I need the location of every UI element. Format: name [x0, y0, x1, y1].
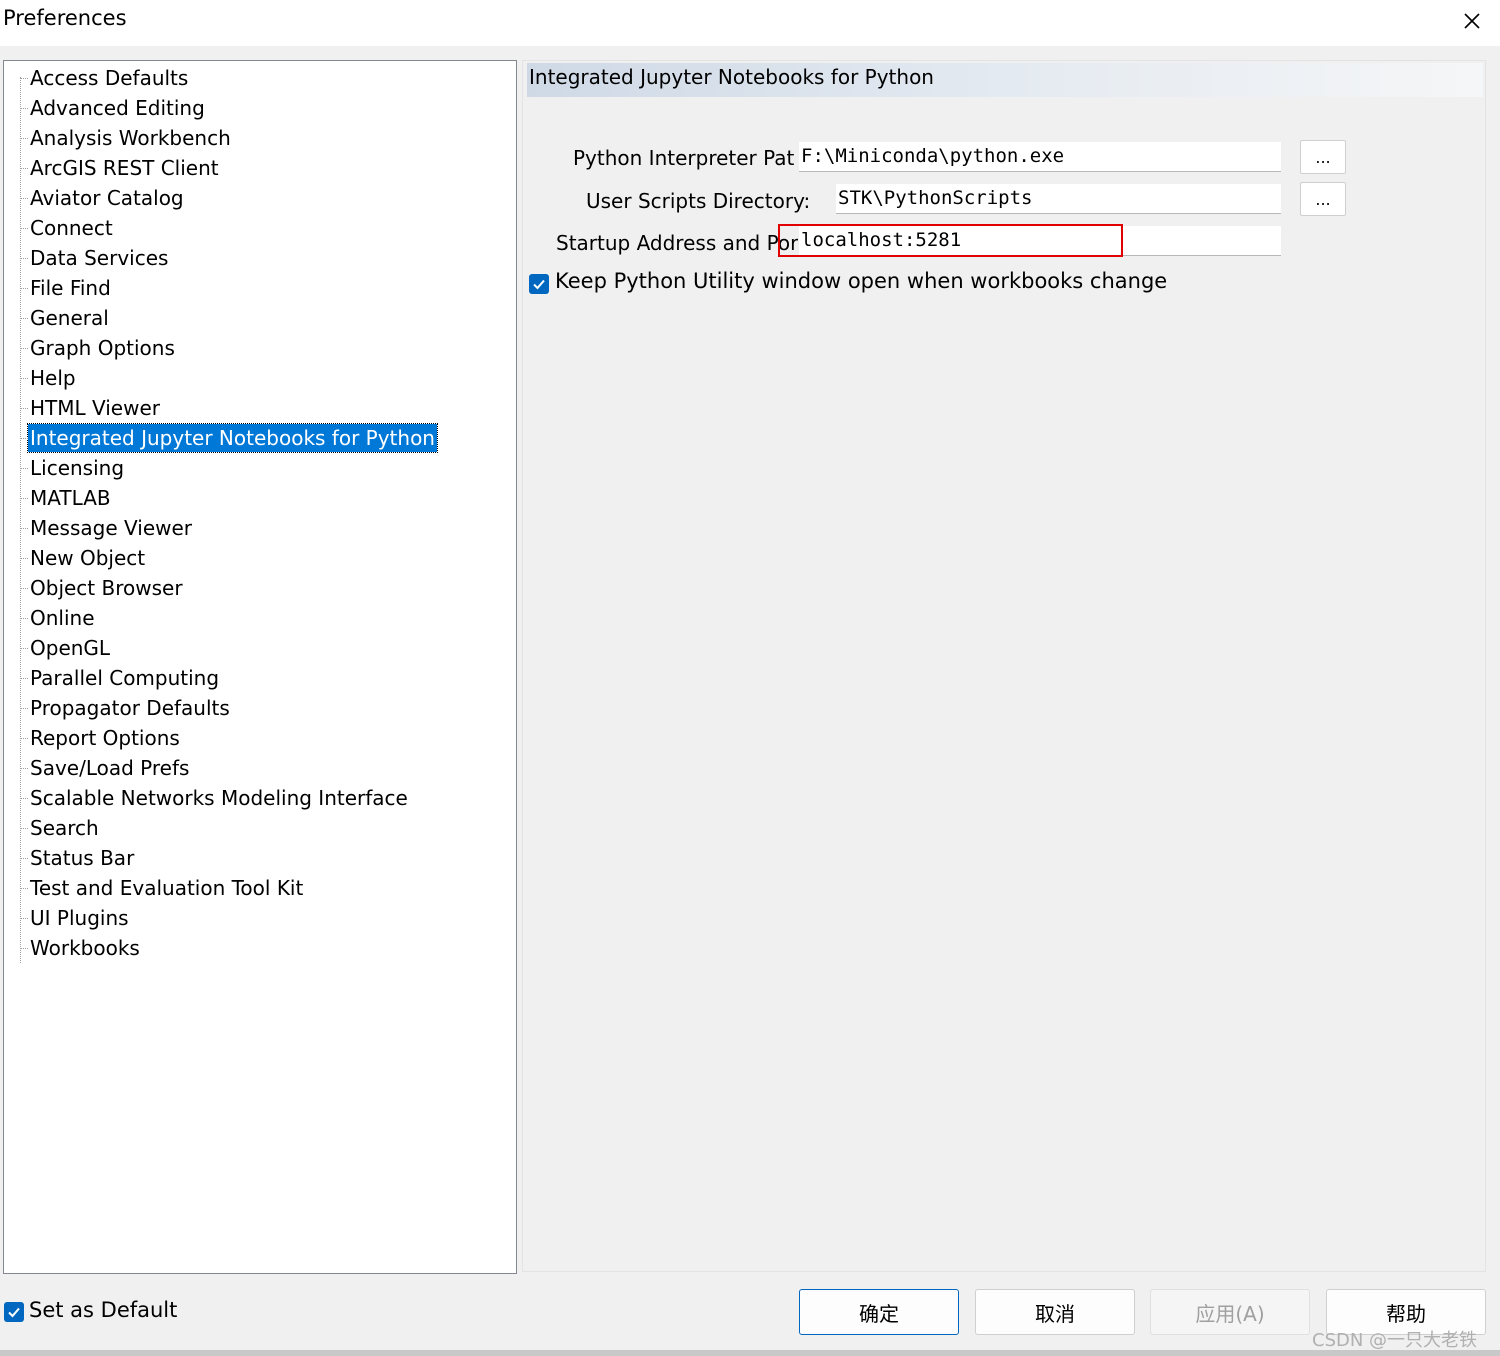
title-bar: Preferences — [0, 0, 1500, 46]
interpreter-path-input[interactable]: F:\Miniconda\python.exe — [799, 142, 1281, 172]
set-default-label[interactable]: Set as Default — [29, 1298, 177, 1322]
tree-item-general[interactable]: General — [20, 304, 111, 332]
tree-item-aviator-catalog[interactable]: Aviator Catalog — [20, 184, 186, 212]
tree-item-analysis-workbench[interactable]: Analysis Workbench — [20, 124, 233, 152]
window-bottom-edge — [0, 1350, 1500, 1356]
tree-item-matlab[interactable]: MATLAB — [20, 484, 113, 512]
tree-item-search[interactable]: Search — [20, 814, 101, 842]
category-tree[interactable]: Access Defaults Advanced Editing Analysis … — [3, 60, 517, 1274]
tree-item-advanced-editing[interactable]: Advanced Editing — [20, 94, 207, 122]
startup-label: Startup Address and Por — [556, 231, 798, 255]
tree-item-help[interactable]: Help — [20, 364, 78, 392]
tree-item-integrated-jupyter-notebooks-for-python[interactable]: Integrated Jupyter Notebooks for Python — [20, 423, 438, 453]
tree-item-scalable-networks-modeling-interface[interactable]: Scalable Networks Modeling Interface — [20, 784, 410, 812]
tree-item-ui-plugins[interactable]: UI Plugins — [20, 904, 131, 932]
tree-item-test-and-evaluation-tool-kit[interactable]: Test and Evaluation Tool Kit — [19, 874, 305, 902]
tree-item-graph-options[interactable]: Graph Options — [20, 334, 177, 362]
tree-item-object-browser[interactable]: Object Browser — [20, 574, 185, 602]
checkmark-icon — [533, 279, 545, 290]
tree-item-connect[interactable]: Connect — [20, 214, 115, 242]
tree-item-parallel-computing[interactable]: Parallel Computing — [19, 664, 221, 692]
tree-item-new-object[interactable]: New Object — [19, 544, 147, 572]
tree-item-propagator-defaults[interactable]: Propagator Defaults — [20, 694, 232, 722]
close-button[interactable] — [1452, 2, 1492, 40]
tree-item-online[interactable]: Online — [20, 604, 97, 632]
tree-connector-line — [20, 77, 21, 963]
scripts-label: User Scripts Directory: — [586, 189, 811, 213]
tree-item-opengl[interactable]: OpenGL — [19, 634, 112, 662]
cancel-button[interactable]: 取消 — [975, 1289, 1135, 1335]
tree-item-workbooks[interactable]: Workbooks — [20, 934, 142, 962]
set-default-checkbox[interactable] — [4, 1302, 24, 1322]
panel-title: Integrated Jupyter Notebooks for Python — [529, 65, 934, 89]
tree-item-status-bar[interactable]: Status Bar — [19, 844, 136, 872]
tree-item-report-options[interactable]: Report Options — [20, 724, 182, 752]
tree-item-message-viewer[interactable]: Message Viewer — [19, 514, 194, 542]
window-title: Preferences — [3, 6, 127, 30]
tree-item-access-defaults[interactable]: Access Defaults — [19, 64, 190, 92]
startup-address-input[interactable]: localhost:5281 — [799, 226, 1281, 256]
keep-open-checkbox[interactable] — [529, 274, 549, 294]
close-icon — [1464, 13, 1480, 29]
tree-item-html-viewer[interactable]: HTML Viewer — [20, 394, 162, 422]
tree-item-arcgis-rest-client[interactable]: ArcGIS REST Client — [20, 154, 221, 182]
interpreter-label: Python Interpreter Pat — [573, 146, 795, 170]
scripts-directory-input[interactable]: STK\PythonScripts — [836, 184, 1281, 214]
interpreter-browse-button[interactable]: ... — [1300, 140, 1346, 174]
tree-item-file-find[interactable]: File Find — [20, 274, 113, 302]
scripts-browse-button[interactable]: ... — [1300, 182, 1346, 216]
tree-item-data-services[interactable]: Data Services — [19, 244, 170, 272]
watermark: CSDN @一只大老铁 — [1312, 1330, 1478, 1351]
tree-item-licensing[interactable]: Licensing — [19, 454, 126, 482]
panel-header: Integrated Jupyter Notebooks for Python — [527, 63, 1483, 97]
checkmark-icon — [8, 1307, 20, 1318]
ok-button[interactable]: 确定 — [799, 1289, 959, 1335]
tree-item-save-load-prefs[interactable]: Save/Load Prefs — [19, 754, 191, 782]
keep-open-label[interactable]: Keep Python Utility window open when wor… — [555, 269, 1167, 293]
apply-button[interactable]: 应用(A) — [1150, 1289, 1310, 1335]
